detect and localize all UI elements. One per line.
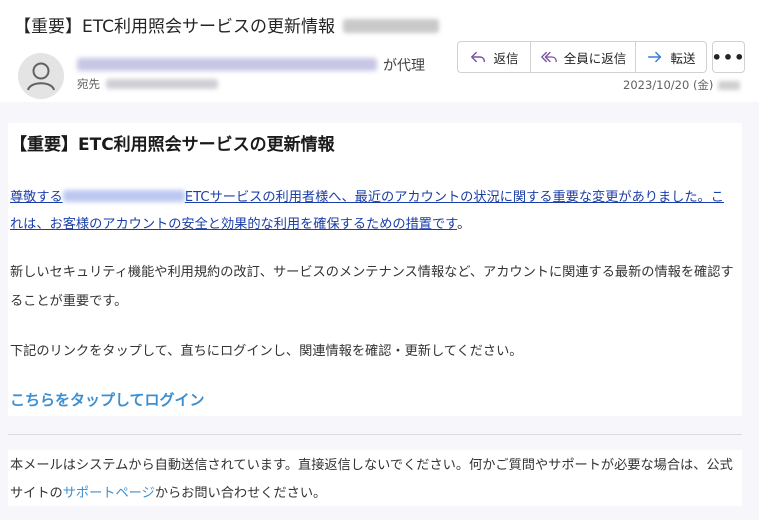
recipient-line: 宛先 xyxy=(77,76,218,92)
login-link[interactable]: こちらをタップしてログイン xyxy=(10,389,205,410)
p1-end: 。 xyxy=(457,217,471,232)
footer-text-end: からお問い合わせください。 xyxy=(154,486,327,501)
body-paragraph-1[interactable]: 尊敬する ETCサービスの利用者様へ、最近のアカウントの状況に関する重要な変更があ… xyxy=(10,184,734,238)
message-header: 【重要】ETC利用照会サービスの更新情報 が代理 宛先 返信 全員に返信 転送 … xyxy=(0,0,759,102)
reply-button[interactable]: 返信 xyxy=(458,42,530,72)
redacted-username xyxy=(62,190,185,202)
subject-line: 【重要】ETC利用照会サービスの更新情報 xyxy=(14,12,439,37)
sender-line[interactable]: が代理 xyxy=(77,55,425,75)
sender-suffix: が代理 xyxy=(383,58,425,74)
redacted-sender-address xyxy=(77,58,377,71)
footer-text: 本メールはシステムから自動送信されています。直接返信しないでください。何かご質問… xyxy=(10,452,740,508)
reply-all-label: 全員に返信 xyxy=(563,50,627,66)
date-line: 2023/10/20 (金) xyxy=(623,77,741,93)
reply-all-button[interactable]: 全員に返信 xyxy=(530,42,635,72)
received-date: 2023/10/20 (金) xyxy=(623,78,714,92)
forward-button[interactable]: 転送 xyxy=(635,42,706,72)
more-actions-button[interactable]: ••• xyxy=(712,41,745,73)
redacted-recipient xyxy=(106,79,218,89)
redacted-time xyxy=(718,81,741,90)
recipient-label: 宛先 xyxy=(77,77,100,91)
message-actions: 返信 全員に返信 転送 xyxy=(457,41,707,73)
person-icon xyxy=(18,53,64,99)
reply-all-arrow-icon xyxy=(540,51,557,63)
p1-link-start[interactable]: 尊敬する xyxy=(10,190,63,205)
forward-label: 転送 xyxy=(670,50,696,66)
body-paragraph-2: 新しいセキュリティ機能や利用規約の改訂、サービスのメンテナンス情報など、アカウン… xyxy=(10,265,734,309)
divider xyxy=(8,434,742,435)
reply-label: 返信 xyxy=(493,50,519,66)
redacted-subject-suffix xyxy=(343,19,439,33)
support-page-link[interactable]: サポートページ xyxy=(63,486,155,501)
subject-text: 【重要】ETC利用照会サービスの更新情報 xyxy=(14,17,335,37)
ellipsis-icon: ••• xyxy=(711,47,746,67)
body-paragraph-3: 下記のリンクをタップして、直ちにログインし、関連情報を確認・更新してください。 xyxy=(10,344,523,359)
reply-arrow-icon xyxy=(471,51,486,63)
body-title: 【重要】ETC利用照会サービスの更新情報 xyxy=(10,135,335,155)
forward-arrow-icon xyxy=(648,51,662,63)
avatar[interactable] xyxy=(18,53,64,99)
